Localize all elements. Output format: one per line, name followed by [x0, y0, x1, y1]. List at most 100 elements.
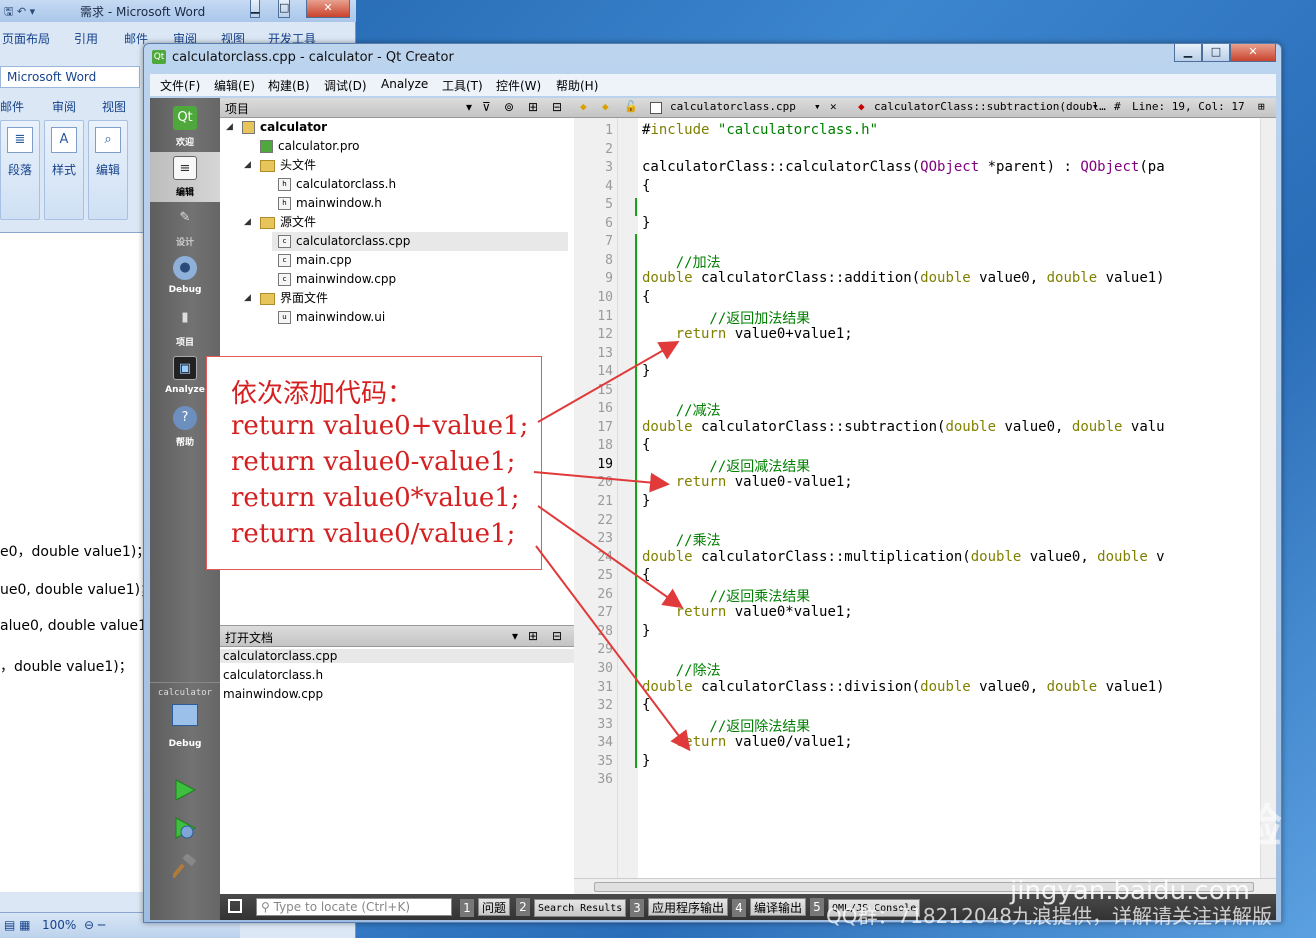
code-line[interactable]: //加法: [642, 252, 721, 272]
locator-input[interactable]: ⚲ Type to locate (Ctrl+K): [256, 898, 452, 916]
run-icon[interactable]: [173, 778, 197, 802]
code-line[interactable]: //返回减法结果: [642, 456, 810, 476]
code-line[interactable]: return value0-value1;: [642, 474, 853, 490]
menu-widgets[interactable]: 控件(W): [496, 77, 541, 94]
zoom-out-icon[interactable]: ⊖ ─: [84, 918, 105, 932]
output-tab-search[interactable]: 2 Search Results: [516, 898, 627, 917]
code-line[interactable]: }: [642, 363, 650, 379]
open-doc-item[interactable]: mainwindow.cpp: [223, 687, 323, 701]
close-pane-icon[interactable]: ⊟: [552, 100, 562, 114]
code-line[interactable]: }: [642, 215, 650, 231]
open-documents-title[interactable]: 打开文档: [225, 629, 273, 646]
dropdown-icon[interactable]: ▾: [814, 100, 821, 113]
tree-item-f1[interactable]: u mainwindow.ui: [278, 308, 385, 327]
code-line[interactable]: double calculatorClass::subtraction(doub…: [642, 419, 1165, 435]
sync-icon[interactable]: ⊚: [504, 100, 514, 114]
tree-root[interactable]: ◢ calculator: [226, 118, 327, 137]
inner-tab-view[interactable]: 视图: [102, 98, 126, 115]
code-line[interactable]: //返回加法结果: [642, 308, 810, 328]
code-line[interactable]: //乘法: [642, 530, 721, 550]
tree-item-s2[interactable]: c main.cpp: [278, 251, 352, 270]
dropdown-icon[interactable]: ▾: [1092, 100, 1099, 113]
inner-tab-review[interactable]: 审阅: [52, 98, 76, 115]
mode-debug[interactable]: ● Debug: [150, 252, 220, 302]
mode-projects[interactable]: ▮ 项目: [150, 302, 220, 352]
code-line[interactable]: {: [642, 567, 650, 583]
mode-edit[interactable]: ≡ 编辑: [150, 152, 220, 202]
code-line[interactable]: }: [642, 753, 650, 769]
fold-bar[interactable]: [618, 118, 638, 878]
code-line[interactable]: }: [642, 493, 650, 509]
code-line[interactable]: return value0+value1;: [642, 326, 853, 342]
styles-group[interactable]: A 样式: [44, 120, 84, 220]
output-tab-compile[interactable]: 4 编译输出: [732, 898, 807, 917]
tree-item-h2[interactable]: h mainwindow.h: [278, 194, 382, 213]
code-line[interactable]: calculatorClass::calculatorClass(QObject…: [642, 159, 1165, 175]
code-line[interactable]: }: [642, 623, 650, 639]
filter-icon[interactable]: ⊽: [482, 100, 491, 114]
tab-references[interactable]: 引用: [74, 30, 98, 47]
code-line[interactable]: {: [642, 178, 650, 194]
code-line[interactable]: return value0/value1;: [642, 734, 853, 750]
tree-item-s1-selected[interactable]: c calculatorclass.cpp: [272, 232, 568, 251]
code-editor[interactable]: #include "calculatorclass.h" calculatorCl…: [638, 118, 1260, 878]
dropdown-icon[interactable]: ▾: [466, 100, 472, 114]
menu-analyze[interactable]: Analyze: [381, 77, 428, 91]
code-line[interactable]: {: [642, 437, 650, 453]
expand-icon[interactable]: ◢: [226, 118, 233, 137]
minimize-icon[interactable]: ▁: [1174, 44, 1202, 62]
inner-tab-mailings[interactable]: 邮件: [0, 98, 24, 115]
expand-icon[interactable]: ◢: [244, 289, 251, 308]
code-line[interactable]: //除法: [642, 660, 721, 680]
view-buttons-icon[interactable]: ▤ ▦: [4, 918, 31, 932]
zoom-level[interactable]: 100%: [42, 918, 76, 932]
back-arrow-icon[interactable]: ◆: [580, 100, 587, 113]
output-tab-app-output[interactable]: 3 应用程序输出: [630, 898, 729, 917]
menu-help[interactable]: 帮助(H): [556, 77, 598, 94]
close-icon[interactable]: ✕: [306, 0, 350, 18]
menu-file[interactable]: 文件(F): [160, 77, 200, 94]
word-document[interactable]: e0，double value1)； ue0, double value1)； …: [0, 232, 154, 892]
code-line[interactable]: //返回乘法结果: [642, 586, 810, 606]
tree-folder-headers[interactable]: ◢ 头文件: [244, 156, 316, 175]
debug-run-icon[interactable]: [173, 816, 197, 840]
paragraph-group[interactable]: ≣ 段落: [0, 120, 40, 220]
menu-tools[interactable]: 工具(T): [442, 77, 483, 94]
minimize-icon[interactable]: ▁: [250, 0, 261, 18]
maximize-icon[interactable]: □: [1202, 44, 1230, 62]
code-line[interactable]: //返回除法结果: [642, 716, 810, 736]
toggle-sidebar-icon[interactable]: [228, 899, 242, 913]
editor-file-combo[interactable]: calculatorclass.cpp: [670, 100, 796, 113]
code-line[interactable]: //减法: [642, 400, 721, 420]
code-line[interactable]: return value0*value1;: [642, 604, 853, 620]
expand-icon[interactable]: ◢: [244, 156, 251, 175]
tree-item-s3[interactable]: c mainwindow.cpp: [278, 270, 396, 289]
tree-folder-sources[interactable]: ◢ 源文件: [244, 213, 316, 232]
code-line[interactable]: #include "calculatorclass.h": [642, 122, 878, 138]
menu-build[interactable]: 构建(B): [268, 77, 310, 94]
output-tab-issues[interactable]: 1 问题: [460, 898, 511, 917]
mode-welcome[interactable]: Qt 欢迎: [150, 102, 220, 152]
build-hammer-icon[interactable]: [173, 854, 197, 878]
symbol-combo[interactable]: calculatorClass::subtraction(doubl…: [874, 100, 1106, 113]
editing-group[interactable]: ⌕ 编辑: [88, 120, 128, 220]
tree-item-pro[interactable]: calculator.pro: [260, 137, 360, 156]
tab-page-layout[interactable]: 页面布局: [2, 30, 50, 47]
quick-access-toolbar[interactable]: 🖫 ↶ ▾: [4, 3, 35, 22]
forward-arrow-icon[interactable]: ◆: [602, 100, 609, 113]
tree-item-h1[interactable]: h calculatorclass.h: [278, 175, 396, 194]
tree-folder-forms[interactable]: ◢ 界面文件: [244, 289, 328, 308]
close-pane-icon[interactable]: ⊟: [552, 629, 562, 643]
close-document-icon[interactable]: ✕: [830, 100, 837, 113]
split-icon[interactable]: ⊞: [1258, 100, 1265, 113]
expand-icon[interactable]: ◢: [244, 213, 251, 232]
close-icon[interactable]: ✕: [1230, 44, 1276, 62]
menu-debug[interactable]: 调试(D): [324, 77, 367, 94]
maximize-icon[interactable]: □: [278, 0, 291, 18]
code-line[interactable]: {: [642, 289, 650, 305]
code-line[interactable]: double calculatorClass::division(double …: [642, 679, 1165, 695]
vertical-scrollbar[interactable]: [1260, 118, 1276, 878]
dropdown-icon[interactable]: ▾: [512, 629, 518, 643]
code-line[interactable]: double calculatorClass::multiplication(d…: [642, 549, 1165, 565]
open-doc-item[interactable]: calculatorclass.cpp: [220, 649, 574, 663]
